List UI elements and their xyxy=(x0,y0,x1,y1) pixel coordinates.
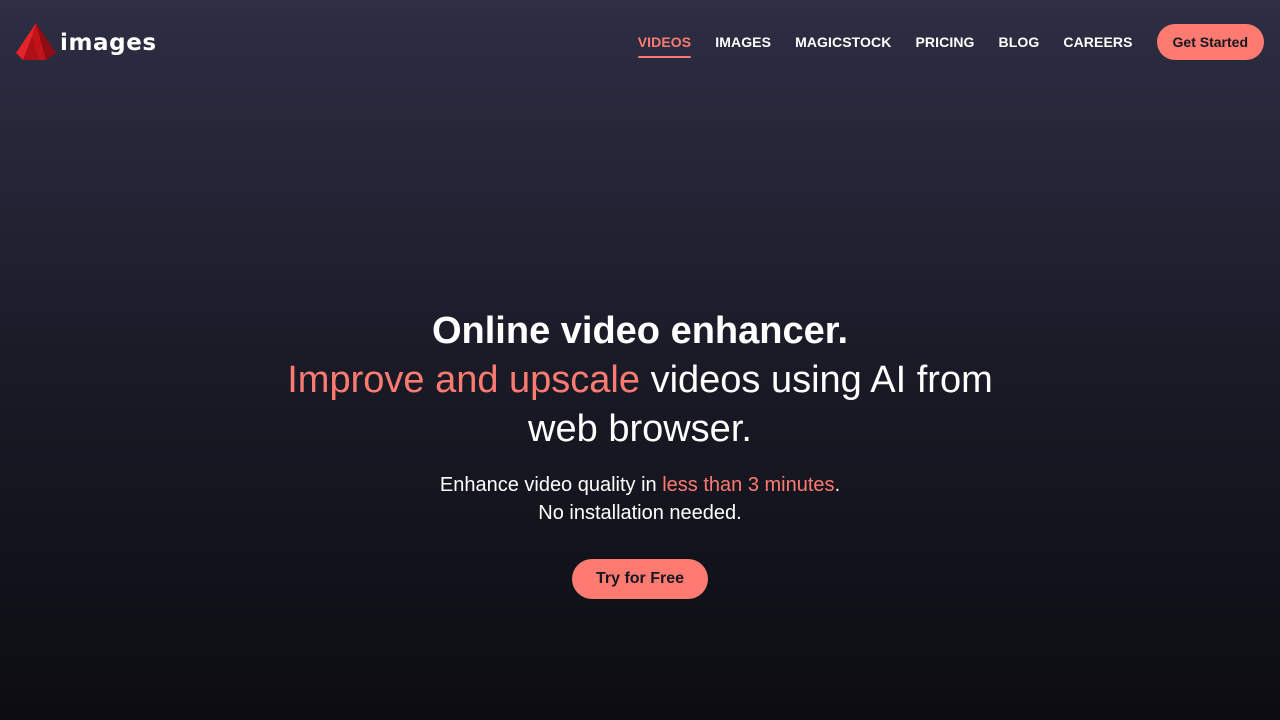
try-for-free-button[interactable]: Try for Free xyxy=(571,559,709,599)
top-navigation-bar: images VIDEOS IMAGES MAGICSTOCK PRICING … xyxy=(0,0,1280,84)
hero-section: Online video enhancer. Improve and upsca… xyxy=(0,306,1280,599)
nav-link-images[interactable]: IMAGES xyxy=(715,26,771,58)
nav-link-magicstock[interactable]: MAGICSTOCK xyxy=(795,26,891,58)
hero-description-period: . xyxy=(834,474,841,496)
nav-link-blog[interactable]: BLOG xyxy=(999,26,1040,58)
main-menu: VIDEOS IMAGES MAGICSTOCK PRICING BLOG CA… xyxy=(637,24,1264,60)
hero-subtitle-highlight: Improve and upscale xyxy=(287,359,641,401)
hero-subtitle: Improve and upscale videos using AI from… xyxy=(270,356,1010,454)
hero-description-highlight: less than 3 minutes xyxy=(662,474,835,496)
nav-link-videos[interactable]: VIDEOS xyxy=(637,26,692,58)
brand-name: images xyxy=(60,30,157,56)
brand-logo-link[interactable]: images xyxy=(16,23,157,61)
nav-link-pricing[interactable]: PRICING xyxy=(915,26,974,58)
hero-description: Enhance video quality in less than 3 min… xyxy=(0,471,1280,527)
get-started-button[interactable]: Get Started xyxy=(1156,24,1264,60)
hero-description-line2: No installation needed. xyxy=(538,502,742,524)
hero-title: Online video enhancer. xyxy=(431,310,848,352)
nav-link-careers[interactable]: CAREERS xyxy=(1063,26,1132,58)
red-triangle-logo-icon xyxy=(16,23,56,60)
hero-description-text: Enhance video quality in xyxy=(439,474,663,496)
